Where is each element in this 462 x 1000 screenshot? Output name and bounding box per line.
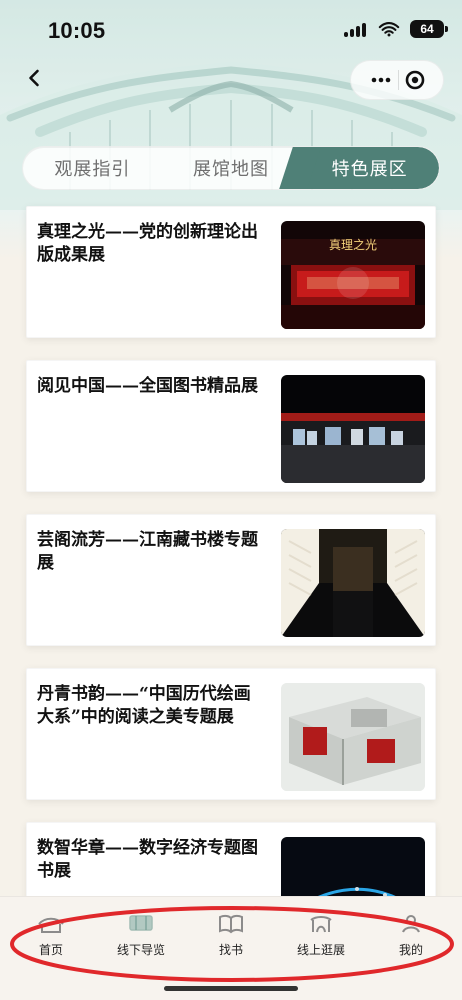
svg-text:真理之光: 真理之光 bbox=[329, 238, 377, 252]
nav-me[interactable]: 我的 bbox=[366, 911, 456, 971]
nav-label: 找书 bbox=[218, 943, 243, 957]
exhibition-thumbnail bbox=[281, 683, 425, 791]
tab-label: 展馆地图 bbox=[193, 159, 269, 180]
bottom-nav: 首页 线下导览 找书 线上逛展 我的 bbox=[0, 911, 462, 971]
tab-guide[interactable]: 观展指引 bbox=[23, 147, 162, 189]
battery-indicator: 64 bbox=[410, 20, 448, 38]
more-icon bbox=[371, 77, 391, 83]
nav-offline-guide[interactable]: 线下导览 bbox=[96, 911, 186, 971]
exhibition-thumbnail bbox=[281, 529, 425, 637]
exhibition-list: 真理之光——党的创新理论出版成果展 真理之光 阅见中国——全国图书精品展 芸阁流… bbox=[26, 206, 436, 976]
cellular-signal-icon bbox=[344, 21, 368, 37]
nav-online-tour[interactable]: 线上逛展 bbox=[276, 911, 366, 971]
status-icons: 64 bbox=[344, 20, 448, 38]
tab-label: 特色展区 bbox=[331, 159, 408, 180]
back-button[interactable] bbox=[20, 64, 48, 92]
nav-home[interactable]: 首页 bbox=[6, 911, 96, 971]
exhibition-title: 真理之光——党的创新理论出版成果展 bbox=[37, 222, 258, 266]
exhibition-thumbnail: 真理之光 bbox=[281, 221, 425, 329]
exhibition-title: 阅见中国——全国图书精品展 bbox=[37, 376, 258, 396]
nav-find-books[interactable]: 找书 bbox=[186, 911, 276, 971]
target-icon bbox=[405, 70, 425, 90]
gate-icon bbox=[306, 911, 336, 935]
exhibition-card[interactable]: 芸阁流芳——江南藏书楼专题展 bbox=[26, 514, 436, 646]
segmented-tabs: 观展指引 展馆地图 特色展区 bbox=[22, 146, 440, 190]
nav-label: 我的 bbox=[398, 943, 423, 957]
status-time: 10:05 bbox=[48, 18, 106, 43]
exhibition-card[interactable]: 真理之光——党的创新理论出版成果展 真理之光 bbox=[26, 206, 436, 338]
home-roof-icon bbox=[36, 911, 66, 935]
exhibition-title: 数智华章——数字经济专题图书展 bbox=[37, 838, 258, 882]
exhibition-card[interactable]: 丹青书韵——“中国历代绘画大系”中的阅读之美专题展 bbox=[26, 668, 436, 800]
map-icon bbox=[126, 911, 156, 935]
chevron-left-icon bbox=[29, 69, 39, 87]
exhibition-card[interactable]: 阅见中国——全国图书精品展 bbox=[26, 360, 436, 492]
wifi-icon bbox=[378, 21, 400, 37]
mini-program-capsule bbox=[350, 60, 444, 100]
exhibition-title: 芸阁流芳——江南藏书楼专题展 bbox=[37, 530, 258, 574]
status-bar: 10:05 64 bbox=[0, 0, 462, 62]
nav-label: 首页 bbox=[38, 943, 63, 957]
exhibition-title: 丹青书韵——“中国历代绘画大系”中的阅读之美专题展 bbox=[37, 684, 251, 728]
tab-map[interactable]: 展馆地图 bbox=[162, 147, 301, 189]
book-icon bbox=[216, 911, 246, 935]
user-icon bbox=[396, 911, 426, 935]
home-indicator bbox=[164, 986, 298, 991]
nav-label: 线上逛展 bbox=[296, 943, 345, 957]
more-button[interactable] bbox=[365, 64, 397, 96]
tab-label: 观展指引 bbox=[54, 159, 131, 180]
nav-label: 线下导览 bbox=[116, 943, 165, 957]
exhibition-thumbnail bbox=[281, 375, 425, 483]
close-miniprogram-button[interactable] bbox=[399, 64, 431, 96]
tab-special-area[interactable]: 特色展区 bbox=[300, 147, 439, 189]
battery-level: 64 bbox=[420, 22, 434, 36]
bottom-tab-bar: 首页 线下导览 找书 线上逛展 我的 bbox=[0, 896, 462, 1000]
